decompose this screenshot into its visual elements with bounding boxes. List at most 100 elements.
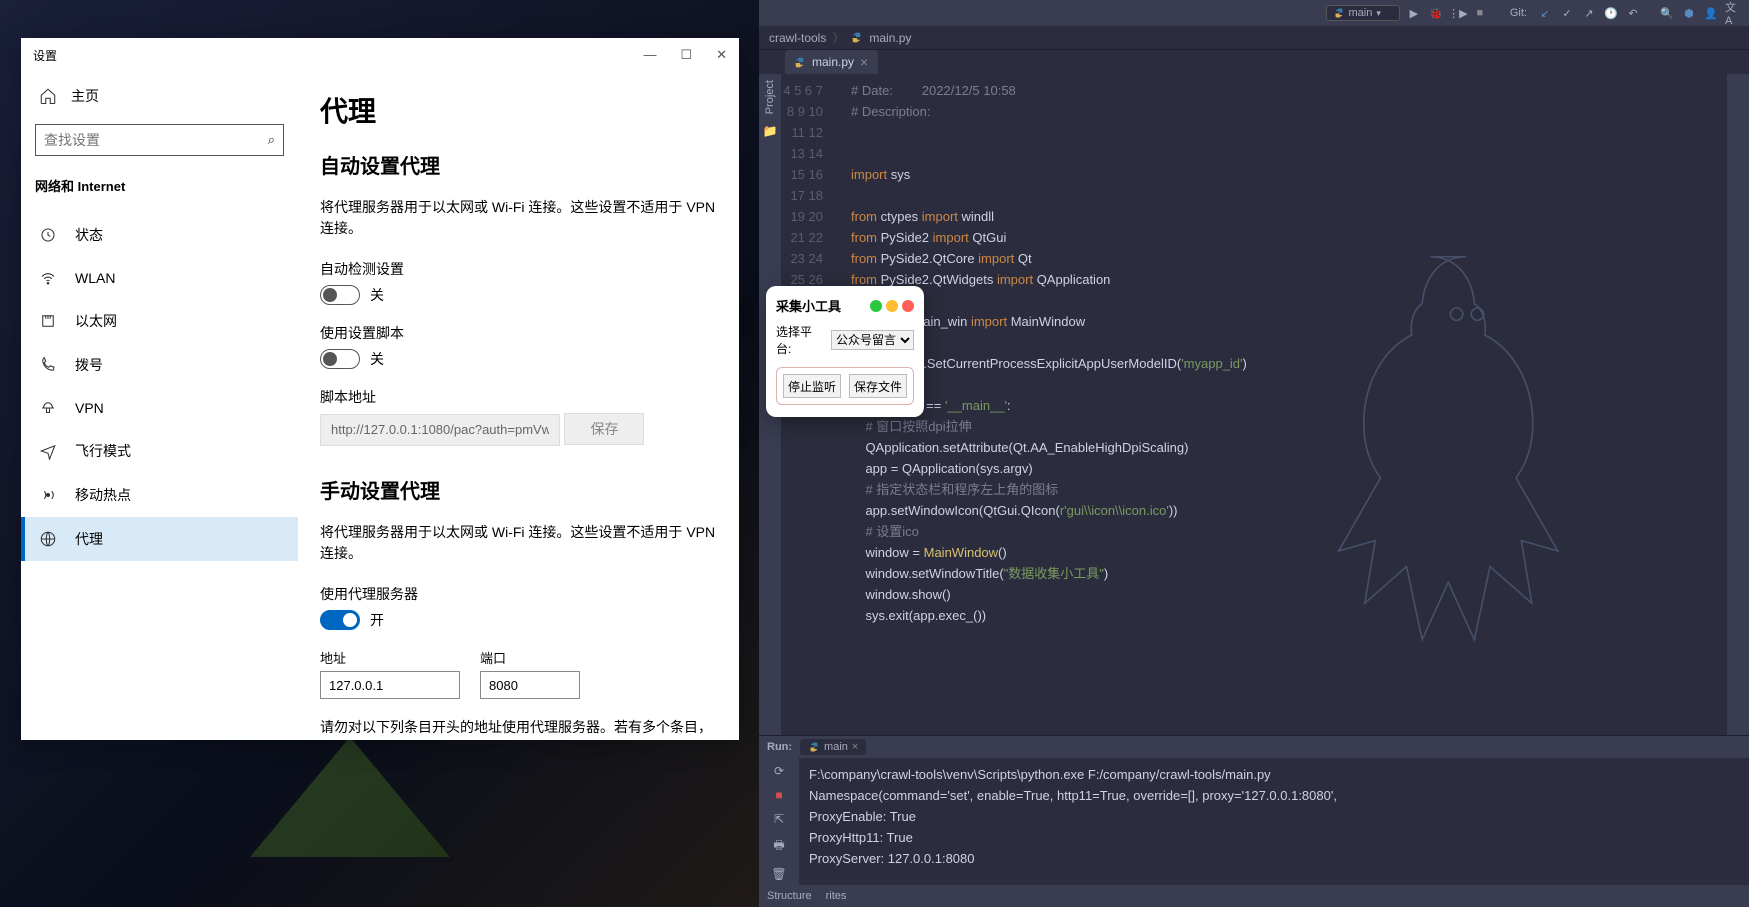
tab-main-py[interactable]: main.py × xyxy=(785,50,878,74)
platform-select[interactable]: 公众号留言 xyxy=(831,330,914,350)
print-icon[interactable]: 🖶 xyxy=(773,836,784,857)
save-button-auto[interactable]: 保存 xyxy=(564,413,644,445)
close-tab-icon[interactable]: × xyxy=(860,54,868,70)
ethernet-icon xyxy=(39,312,57,330)
folder-icon[interactable]: 📁 xyxy=(763,124,778,138)
project-toolwindow-button[interactable]: Project xyxy=(764,80,776,114)
search-icon[interactable]: 🔍 xyxy=(1659,5,1675,21)
settings-window: 设置 — ☐ ✕ 主页 ⌕ 网络和 Internet 状态 WLAN 以太网 拨… xyxy=(21,38,739,740)
breadcrumb-file[interactable]: main.py xyxy=(869,31,911,45)
close-icon[interactable]: × xyxy=(852,741,858,753)
minimize-button[interactable]: — xyxy=(643,47,656,63)
run-config-selector[interactable]: main ▾ xyxy=(1326,5,1400,21)
sidebar-item-label: 移动热点 xyxy=(75,485,131,505)
stop-icon[interactable]: ■ xyxy=(1472,5,1488,21)
use-proxy-label: 使用代理服务器 xyxy=(320,584,717,604)
run-config-name: main xyxy=(1349,7,1373,19)
settings-search[interactable]: ⌕ xyxy=(35,124,284,156)
traffic-lights xyxy=(870,300,914,312)
status-bar: Structure rites xyxy=(759,885,1749,907)
light-yellow[interactable] xyxy=(886,300,898,312)
run-header: Run: main × xyxy=(759,736,1749,758)
sidebar-item-dialup[interactable]: 拨号 xyxy=(21,343,298,387)
ide-window: main ▾ ▶ 🐞 ⋮▶ ■ Git: ↙ ✓ ↗ 🕐 ↶ 🔍 ⬢ 👤 文A … xyxy=(759,0,1749,907)
stop-icon[interactable]: ■ xyxy=(775,788,782,802)
settings-main: 代理 自动设置代理 将代理服务器用于以太网或 Wi-Fi 连接。这些设置不适用于… xyxy=(298,72,739,740)
git-history-icon[interactable]: 🕐 xyxy=(1603,5,1619,21)
settings-icon[interactable]: ⬢ xyxy=(1681,5,1697,21)
sidebar-item-label: 飞行模式 xyxy=(75,441,131,461)
chevron-right-icon: 〉 xyxy=(832,29,844,46)
sidebar-item-label: 状态 xyxy=(75,225,103,245)
sidebar-item-label: 拨号 xyxy=(75,355,103,375)
sidebar-item-label: 代理 xyxy=(75,529,103,549)
sidebar-item-wlan[interactable]: WLAN xyxy=(21,257,298,299)
stop-listen-button[interactable]: 停止监听 xyxy=(783,374,841,398)
sidebar-item-airplane[interactable]: 飞行模式 xyxy=(21,429,298,473)
run-tab-main[interactable]: main × xyxy=(800,739,866,755)
maximize-button[interactable]: ☐ xyxy=(680,47,692,63)
address-input[interactable] xyxy=(320,671,460,699)
use-script-label: 使用设置脚本 xyxy=(320,323,717,343)
python-icon xyxy=(793,56,806,69)
search-input[interactable] xyxy=(44,132,268,148)
git-label: Git: xyxy=(1506,7,1531,19)
address-label: 地址 xyxy=(320,648,460,667)
run-toolwindow: Run: main × ⟳ ■ ⇱ 🖶 🗑 F:\company\crawl-t… xyxy=(759,735,1749,885)
sidebar-item-label: WLAN xyxy=(75,270,115,286)
trash-icon[interactable]: 🗑 xyxy=(771,867,786,881)
run-label: Run: xyxy=(767,741,792,753)
auto-detect-toggle[interactable] xyxy=(320,285,360,305)
sidebar-category: 网络和 Internet xyxy=(21,170,298,213)
right-toolwindow-bar xyxy=(1727,74,1749,735)
git-push-icon[interactable]: ↗ xyxy=(1581,5,1597,21)
run-icon[interactable]: ▶ xyxy=(1406,5,1422,21)
window-controls: — ☐ ✕ xyxy=(643,47,727,63)
sidebar-item-home[interactable]: 主页 xyxy=(21,76,298,116)
settings-title: 设置 xyxy=(33,47,57,64)
sidebar-item-status[interactable]: 状态 xyxy=(21,213,298,257)
code-editor[interactable]: # Date: 2022/12/5 10:58# Description: im… xyxy=(833,74,1727,735)
wifi-icon xyxy=(39,269,57,287)
run-output[interactable]: F:\company\crawl-tools\venv\Scripts\pyth… xyxy=(799,758,1749,885)
python-icon xyxy=(1333,7,1345,19)
editor-tabs: main.py × xyxy=(759,50,1749,74)
light-red[interactable] xyxy=(902,300,914,312)
avatar-icon[interactable]: 👤 xyxy=(1703,5,1719,21)
settings-titlebar: 设置 — ☐ ✕ xyxy=(21,38,739,72)
layout-icon[interactable]: ⇱ xyxy=(774,812,784,826)
sidebar-item-proxy[interactable]: 代理 xyxy=(21,517,298,561)
manual-description: 将代理服务器用于以太网或 Wi-Fi 连接。这些设置不适用于 VPN 连接。 xyxy=(320,522,717,564)
git-update-icon[interactable]: ↙ xyxy=(1537,5,1553,21)
close-button[interactable]: ✕ xyxy=(716,47,727,63)
use-proxy-toggle[interactable] xyxy=(320,610,360,630)
script-address-input[interactable] xyxy=(320,414,560,446)
rerun-icon[interactable]: ⟳ xyxy=(774,764,784,778)
home-icon xyxy=(39,87,57,105)
dialup-icon xyxy=(39,356,57,374)
port-label: 端口 xyxy=(480,648,580,667)
light-green[interactable] xyxy=(870,300,882,312)
sidebar-item-vpn[interactable]: VPN xyxy=(21,387,298,429)
breadcrumb-project[interactable]: crawl-tools xyxy=(769,31,826,45)
structure-toolwindow-button[interactable]: Structure xyxy=(767,890,812,902)
use-script-toggle[interactable] xyxy=(320,349,360,369)
auto-detect-label: 自动检测设置 xyxy=(320,259,717,279)
run-toolbar: ⟳ ■ ⇱ 🖶 🗑 xyxy=(759,758,799,885)
git-commit-icon[interactable]: ✓ xyxy=(1559,5,1575,21)
section-manual-title: 手动设置代理 xyxy=(320,475,717,504)
sidebar-item-label: VPN xyxy=(75,400,104,416)
debug-icon[interactable]: 🐞 xyxy=(1428,5,1444,21)
git-revert-icon[interactable]: ↶ xyxy=(1625,5,1641,21)
favorites-toolwindow-button[interactable]: rites xyxy=(826,890,847,902)
save-file-button[interactable]: 保存文件 xyxy=(849,374,907,398)
sidebar-item-hotspot[interactable]: 移动热点 xyxy=(21,473,298,517)
port-input[interactable] xyxy=(480,671,580,699)
use-proxy-state: 开 xyxy=(370,610,384,630)
more-run-icon[interactable]: ⋮▶ xyxy=(1450,5,1466,21)
vpn-icon xyxy=(39,399,57,417)
translate-icon[interactable]: 文A xyxy=(1725,5,1741,21)
run-tab-label: main xyxy=(824,741,848,753)
sidebar-item-ethernet[interactable]: 以太网 xyxy=(21,299,298,343)
hotspot-icon xyxy=(39,486,57,504)
